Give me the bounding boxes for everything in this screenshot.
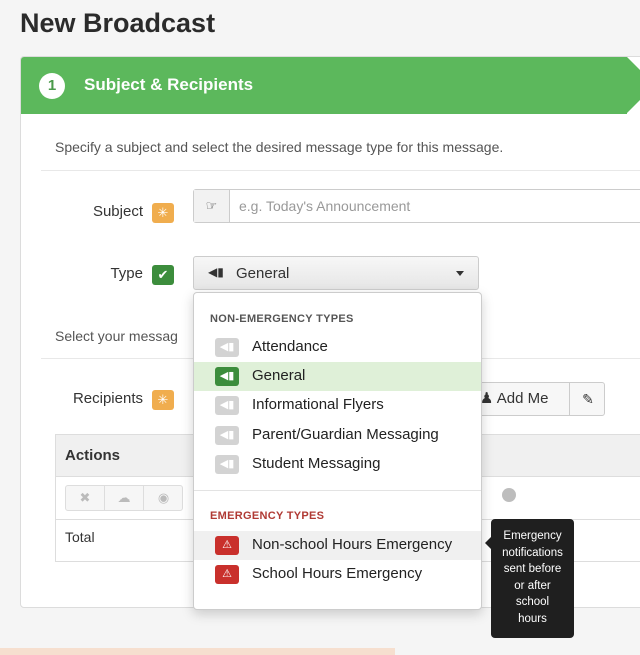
menu-item-label: Attendance xyxy=(252,338,328,355)
tooltip-line: Emergency xyxy=(503,530,562,542)
tooltip-line: school xyxy=(515,596,550,608)
tooltip-line: notifications xyxy=(502,546,563,559)
menu-item-label: Parent/Guardian Messaging xyxy=(252,426,439,443)
eye-icon[interactable]: ◉ xyxy=(144,486,183,510)
emergency-tooltip: Emergency notifications sent before or a… xyxy=(485,519,574,638)
tooltip-line: or after xyxy=(514,579,551,592)
table-tools: ✖ ☁ ◉ xyxy=(65,485,183,511)
cloud-upload-icon[interactable]: ☁ xyxy=(105,486,144,510)
caret-down-icon xyxy=(456,271,464,276)
total-label: Total xyxy=(65,529,95,545)
type-label: Type xyxy=(110,265,143,282)
required-badge-icon: ✳ xyxy=(152,390,174,410)
megaphone-icon: ◀▮ xyxy=(215,338,239,357)
add-me-label: Add Me xyxy=(496,390,549,407)
pencil-icon: ✎ xyxy=(582,391,594,407)
emergency-header: EMERGENCY TYPES xyxy=(210,510,325,522)
megaphone-icon: ◀▮ xyxy=(215,426,239,445)
menu-item-label: Student Messaging xyxy=(252,455,381,472)
menu-item-label: Non-school Hours Emergency xyxy=(252,536,453,553)
menu-item-student-messaging[interactable]: ◀▮ Student Messaging xyxy=(194,450,481,479)
edit-button[interactable]: ✎ xyxy=(571,383,605,415)
required-badge-icon: ✳ xyxy=(152,203,174,223)
menu-item-label: General xyxy=(252,367,306,384)
type-select[interactable]: ◀▮ General xyxy=(193,256,479,290)
status-dot xyxy=(502,488,516,502)
tooltip-line: sent before xyxy=(503,563,562,575)
menu-divider xyxy=(194,490,481,491)
step-title: Subject & Recipients xyxy=(84,75,254,94)
step-banner[interactable]: 1 Subject & Recipients xyxy=(21,57,627,114)
remove-icon[interactable]: ✖ xyxy=(66,486,105,510)
menu-item-school-hours-emergency[interactable]: ⚠ School Hours Emergency xyxy=(194,560,481,589)
warning-triangle-icon: ⚠ xyxy=(215,565,239,584)
subject-label: Subject xyxy=(92,203,143,220)
step-banner-arrow xyxy=(627,57,640,113)
divider xyxy=(41,170,640,171)
megaphone-icon: ◀▮ xyxy=(215,455,239,474)
subject-input[interactable] xyxy=(231,190,640,222)
add-me-button[interactable]: ♟ Add Me xyxy=(476,383,570,415)
non-emergency-header: NON-EMERGENCY TYPES xyxy=(210,313,354,325)
subject-input-group: ☞ xyxy=(193,189,640,223)
page-title: New Broadcast xyxy=(20,8,216,38)
hand-pointer-icon: ☞ xyxy=(194,190,230,222)
intro-text: Specify a subject and select the desired… xyxy=(55,139,504,155)
tooltip-arrow xyxy=(485,537,491,549)
user-icon: ♟ xyxy=(480,390,494,407)
actions-header: Actions xyxy=(65,447,121,464)
megaphone-icon: ◀▮ xyxy=(208,265,224,279)
recipients-button-group: ♟ Add Me ✎ xyxy=(475,382,605,416)
valid-check-icon: ✔ xyxy=(152,265,174,285)
type-dropdown-menu: NON-EMERGENCY TYPES ◀▮ Attendance ◀▮ Gen… xyxy=(193,292,482,610)
menu-item-attendance[interactable]: ◀▮ Attendance xyxy=(194,333,481,362)
menu-item-label: Informational Flyers xyxy=(252,396,384,413)
menu-item-general[interactable]: ◀▮ General xyxy=(194,362,481,391)
tooltip-line: hours xyxy=(518,612,547,625)
warning-triangle-icon: ⚠ xyxy=(215,536,239,555)
menu-item-non-school-hours-emergency[interactable]: ⚠ Non-school Hours Emergency xyxy=(194,531,481,560)
menu-item-parent-guardian-messaging[interactable]: ◀▮ Parent/Guardian Messaging xyxy=(194,421,481,450)
menu-item-label: School Hours Emergency xyxy=(252,565,423,582)
type-select-value: General xyxy=(236,265,290,282)
megaphone-icon: ◀▮ xyxy=(215,396,239,415)
menu-item-informational-flyers[interactable]: ◀▮ Informational Flyers xyxy=(194,391,481,420)
select-prompt-text: Select your messag xyxy=(55,328,178,344)
step-number: 1 xyxy=(39,73,65,99)
megaphone-icon: ◀▮ xyxy=(215,367,239,386)
recipients-label: Recipients xyxy=(72,390,143,407)
next-section-strip xyxy=(0,648,395,655)
